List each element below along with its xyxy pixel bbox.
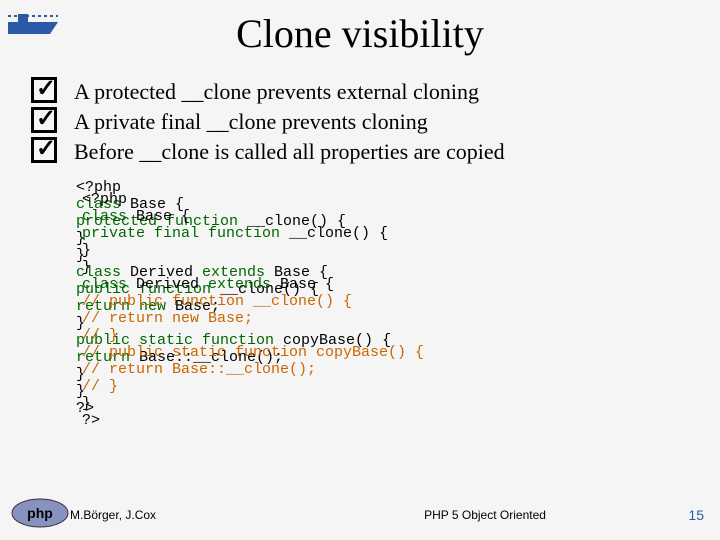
code-keyword: extends bbox=[208, 276, 271, 293]
footer-title: PHP 5 Object Oriented bbox=[290, 508, 680, 522]
bullet-text: Before __clone is called all properties … bbox=[74, 137, 710, 167]
bullets-column: ✓ ✓ ✓ bbox=[14, 77, 74, 167]
code-comment: // public static function copyBase() { bbox=[82, 344, 424, 361]
code-text: } bbox=[82, 242, 91, 259]
text-column: A protected __clone prevents external cl… bbox=[74, 77, 710, 167]
code-text: } bbox=[82, 259, 91, 276]
svg-text:php: php bbox=[27, 505, 53, 521]
bullet-text: A protected __clone prevents external cl… bbox=[74, 77, 710, 107]
checkmark-icon: ✓ bbox=[36, 137, 56, 161]
code-text: Base { bbox=[271, 276, 334, 293]
content-area: ✓ ✓ ✓ A protected __clone prevents exter… bbox=[0, 77, 720, 167]
checkmark-icon: ✓ bbox=[36, 77, 56, 101]
code-block: <?php class Base { protected function __… bbox=[76, 179, 720, 479]
code-keyword: class bbox=[82, 208, 127, 225]
slide-title: Clone visibility bbox=[0, 0, 720, 77]
bullet-marker: ✓ bbox=[14, 77, 74, 107]
code-text: <?php bbox=[82, 191, 127, 208]
code-text: Derived bbox=[127, 276, 208, 293]
code-comment: // return Base::__clone(); bbox=[82, 361, 316, 378]
checkbox-icon: ✓ bbox=[31, 137, 57, 163]
code-comment: // } bbox=[82, 378, 118, 395]
bullet-marker: ✓ bbox=[14, 137, 74, 167]
footer: php M.Börger, J.Cox PHP 5 Object Oriente… bbox=[0, 497, 720, 532]
checkmark-icon: ✓ bbox=[36, 107, 56, 131]
code-comment: // public function __clone() { bbox=[82, 293, 352, 310]
code-comment: // } bbox=[82, 327, 118, 344]
php-logo: php bbox=[0, 497, 70, 532]
code-keyword: private final function bbox=[82, 225, 280, 242]
corner-logo bbox=[8, 8, 58, 38]
bullet-text: A private final __clone prevents cloning bbox=[74, 107, 710, 137]
code-comment: // return new Base; bbox=[82, 310, 253, 327]
code-layer-back: <?php class Base { private final functio… bbox=[82, 191, 424, 429]
code-text: Base { bbox=[127, 208, 190, 225]
code-text: __clone() { bbox=[280, 225, 388, 242]
bullet-marker: ✓ bbox=[14, 107, 74, 137]
checkbox-icon: ✓ bbox=[31, 77, 57, 103]
slide-number: 15 bbox=[680, 507, 720, 523]
footer-author: M.Börger, J.Cox bbox=[70, 508, 290, 522]
checkbox-icon: ✓ bbox=[31, 107, 57, 133]
code-keyword: class bbox=[82, 276, 127, 293]
code-text: } bbox=[82, 395, 91, 412]
code-text: ?> bbox=[82, 412, 100, 429]
